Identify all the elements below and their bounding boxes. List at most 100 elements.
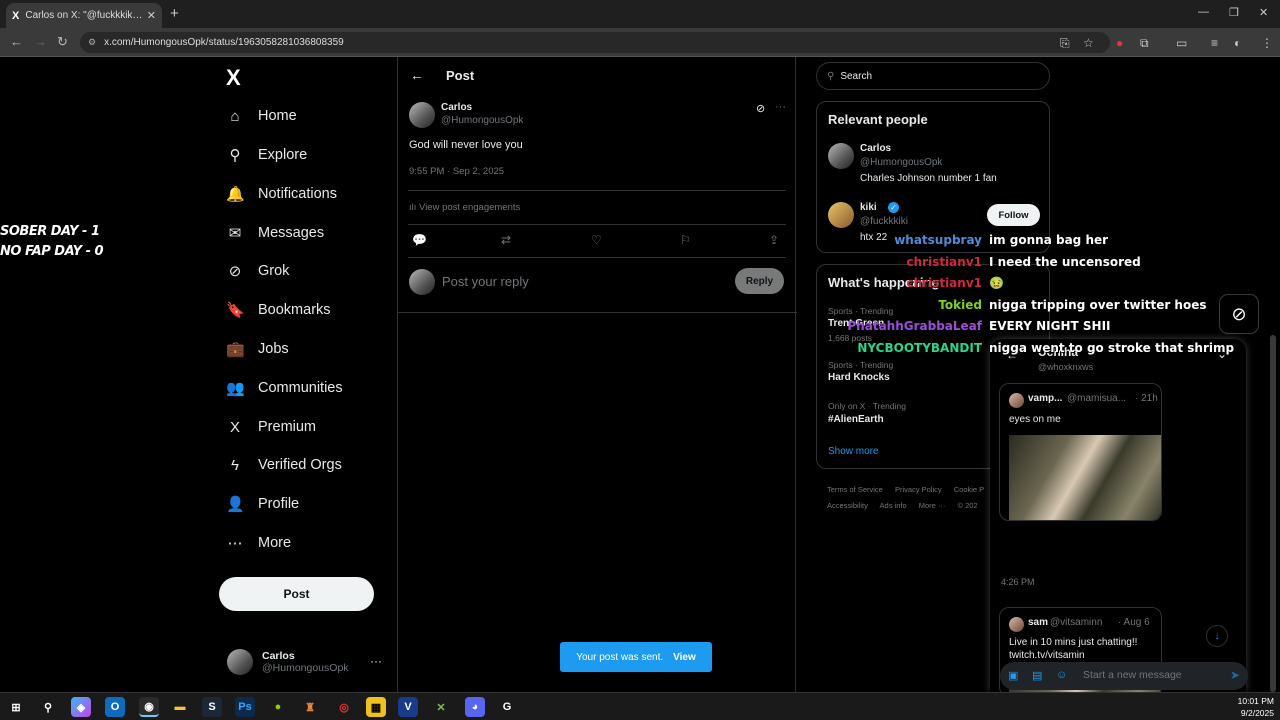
toast-view-link[interactable]: View — [673, 652, 696, 663]
account-switcher[interactable]: Carlos @HumongousOpk — [227, 649, 349, 675]
footer-link[interactable]: Ads info — [880, 501, 907, 510]
person-avatar[interactable] — [828, 202, 854, 228]
sidebar-item-home[interactable]: ⌂ Home — [226, 101, 296, 131]
tweet-more-icon[interactable]: ··· — [775, 101, 786, 113]
back-arrow-icon[interactable]: ← — [410, 67, 424, 83]
show-more-link[interactable]: Show more — [828, 446, 879, 457]
person-avatar[interactable] — [828, 143, 854, 169]
scroll-down-button[interactable]: ↓ — [1206, 625, 1228, 647]
app-g-icon[interactable]: G — [497, 697, 517, 717]
trend-name[interactable]: #AlienEarth — [828, 414, 884, 425]
person-name[interactable]: Carlos — [860, 143, 891, 154]
gif-icon[interactable]: ▤ — [1032, 669, 1042, 682]
like-icon[interactable]: ♡ — [591, 233, 602, 247]
reload-icon[interactable]: ↻ — [57, 34, 68, 50]
outlook-icon[interactable]: O — [105, 697, 125, 717]
image-icon[interactable]: ▣ — [1008, 669, 1018, 682]
sidebar-item-notifications[interactable]: 🔔 Notifications — [226, 179, 337, 209]
post-button[interactable]: Post — [219, 577, 374, 611]
footer-link[interactable]: Privacy Policy — [895, 485, 942, 494]
media-icon[interactable]: ≡ — [1211, 36, 1218, 50]
card-link[interactable]: twitch.tv/vitsamin — [1009, 649, 1085, 662]
share-icon[interactable]: ⇪ — [769, 233, 779, 247]
windows-start-icon[interactable]: ⊞ — [6, 697, 26, 717]
tweet-timestamp[interactable]: 9:55 PM · Sep 2, 2025 — [409, 166, 504, 177]
back-icon[interactable]: ← — [10, 34, 23, 49]
person-name[interactable]: kiki — [860, 202, 877, 213]
extension-red-icon[interactable]: ● — [1116, 36, 1123, 50]
sidebar-item-more[interactable]: ⋯ More — [226, 528, 292, 558]
grok-icon[interactable]: ⊘ — [756, 102, 765, 115]
file-explorer-icon[interactable]: ▬ — [170, 697, 190, 717]
forward-icon[interactable]: → — [34, 34, 47, 49]
emoji-icon[interactable]: ☺ — [1056, 669, 1067, 681]
bookmark-icon[interactable]: ⚐ — [680, 233, 691, 247]
footer-link[interactable]: Cookie P — [954, 485, 984, 494]
shared-post-card[interactable]: vamp... @mamisua... · 21h eyes on me — [999, 383, 1162, 521]
card-image[interactable] — [1009, 435, 1161, 520]
person-handle[interactable]: @HumongousOpk — [860, 157, 942, 168]
extensions-icon[interactable]: ⧉ — [1140, 36, 1149, 51]
photoshop-icon[interactable]: Ps — [235, 697, 255, 717]
view-engagements-link[interactable]: ılı View post engagements — [409, 202, 520, 213]
reply-button[interactable]: Reply — [735, 268, 784, 294]
sidebar-item-grok[interactable]: ⊘ Grok — [226, 256, 290, 286]
taskbar-search-icon[interactable]: ⚲ — [38, 697, 58, 717]
sidebar-item-jobs[interactable]: 💼 Jobs — [226, 334, 289, 364]
send-icon[interactable]: ➤ — [1230, 668, 1240, 682]
footer-link[interactable]: Terms of Service — [827, 485, 883, 494]
page-scrollbar[interactable] — [1270, 335, 1276, 692]
browser-tab[interactable]: X Carlos on X: "@fuckkkiki God w ✕ — [6, 3, 162, 28]
minimize-icon[interactable]: — — [1198, 6, 1209, 18]
reply-input[interactable]: Post your reply — [442, 274, 529, 289]
card-author-handle: @vitsaminn — [1050, 617, 1103, 628]
x-logo-icon[interactable]: X — [226, 65, 241, 91]
grok-floating-button[interactable]: ⊘ — [1219, 294, 1259, 334]
new-tab-icon[interactable]: + — [170, 5, 179, 22]
sidebar-icon[interactable]: ▭ — [1176, 36, 1187, 50]
url-bar[interactable]: ⚙ x.com/HumongousOpk/status/196305828103… — [80, 32, 1110, 53]
site-info-icon[interactable]: ⚙ — [88, 37, 96, 48]
follow-button[interactable]: Follow — [987, 204, 1040, 226]
tweet-avatar[interactable] — [409, 102, 435, 128]
taskbar-clock[interactable]: 10:01 PM 9/2/2025 — [1238, 695, 1274, 719]
sidebar-item-explore[interactable]: ⚲ Explore — [226, 140, 308, 170]
steam-icon[interactable]: S — [202, 697, 222, 717]
sidebar-item-verified-orgs[interactable]: ϟ Verified Orgs — [226, 450, 342, 480]
tweet-author-name[interactable]: Carlos — [441, 102, 472, 113]
message-input[interactable]: Start a new message — [1083, 669, 1182, 681]
profile-avatar-icon[interactable]: ◐ — [1234, 36, 1241, 50]
xbox-icon[interactable]: ✕ — [431, 697, 451, 717]
browser-menu-icon[interactable]: ⋮ — [1261, 36, 1273, 50]
app-icon[interactable]: ♜ — [300, 697, 320, 717]
copilot-icon[interactable]: ◈ — [71, 697, 91, 717]
account-more-icon[interactable]: ··· — [370, 654, 382, 668]
person-handle[interactable]: @fuckkkiki — [860, 216, 908, 227]
trend-name[interactable]: Hard Knocks — [828, 372, 890, 383]
close-tab-icon[interactable]: ✕ — [147, 9, 156, 22]
footer-link[interactable]: Accessibility — [827, 501, 868, 510]
install-icon[interactable]: ⎘ — [1060, 36, 1070, 51]
repost-icon[interactable]: ⇄ — [501, 233, 511, 247]
tweet-author-handle[interactable]: @HumongousOpk — [441, 115, 523, 126]
footer-link[interactable]: More ··· — [919, 501, 946, 510]
search-input[interactable]: ⚲ Search — [816, 62, 1050, 90]
sidebar-item-label: Profile — [258, 496, 300, 512]
sidebar-item-messages[interactable]: ✉ Messages — [226, 218, 324, 248]
close-window-icon[interactable]: ✕ — [1259, 6, 1268, 19]
tab-title: Carlos on X: "@fuckkkiki God w — [25, 10, 142, 21]
sidebar-item-profile[interactable]: 👤 Profile — [226, 489, 299, 519]
app-yellow-icon[interactable]: ▦ — [366, 697, 386, 717]
sidebar-item-premium[interactable]: X Premium — [226, 412, 316, 442]
chat-username: whatsupbray — [894, 233, 982, 247]
restore-icon[interactable]: ❐ — [1229, 6, 1239, 19]
discord-icon[interactable]: ◕ — [465, 697, 485, 717]
chrome-icon[interactable]: ◉ — [139, 697, 159, 717]
app-red-icon[interactable]: ◎ — [334, 697, 354, 717]
sidebar-item-communities[interactable]: 👥 Communities — [226, 373, 343, 403]
vegas-icon[interactable]: V — [398, 697, 418, 717]
nvidia-icon[interactable]: ● — [268, 697, 288, 717]
sidebar-item-bookmarks[interactable]: 🔖 Bookmarks — [226, 295, 331, 325]
reply-icon[interactable]: 💬 — [412, 233, 427, 247]
star-icon[interactable]: ☆ — [1083, 36, 1094, 50]
